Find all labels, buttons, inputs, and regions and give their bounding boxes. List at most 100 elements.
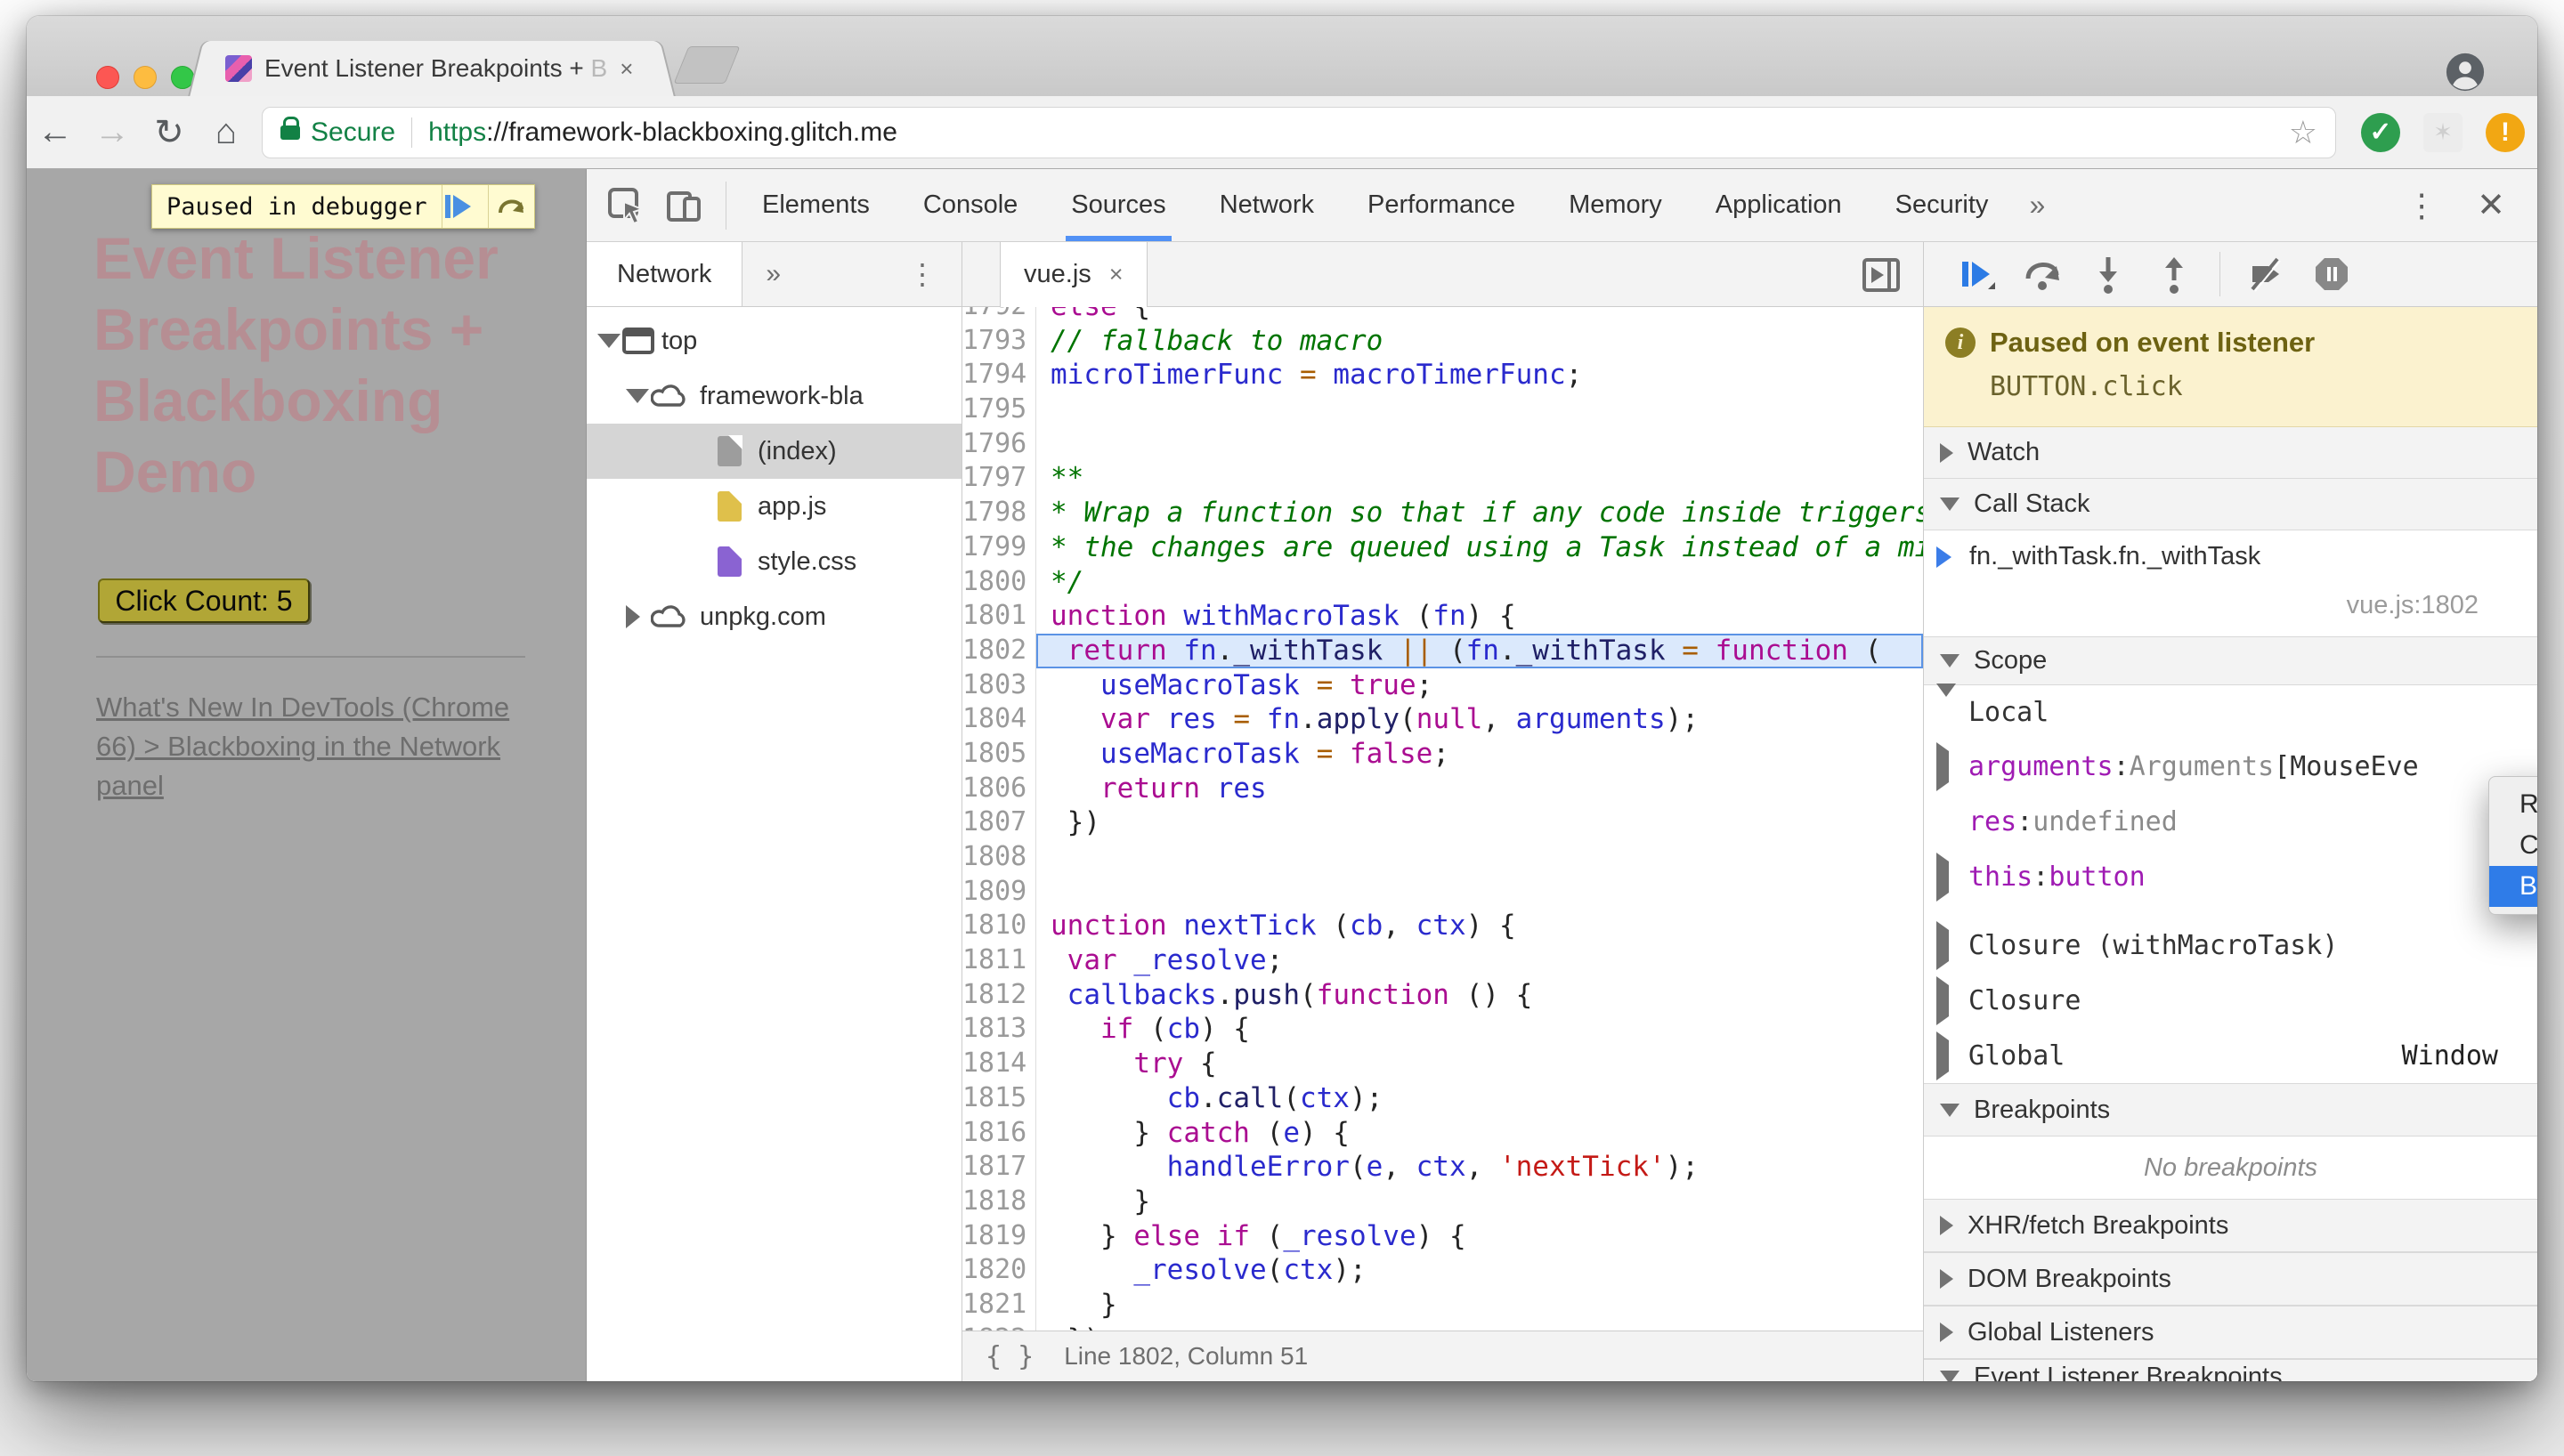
tab-close-icon[interactable]: × <box>620 55 633 83</box>
extension-warning-icon[interactable]: ! <box>2486 112 2525 152</box>
line-number[interactable]: 1809 <box>962 874 1036 910</box>
devtools-tab-elements[interactable]: Elements <box>735 169 897 241</box>
watch-section-header[interactable]: Watch <box>1924 427 2537 479</box>
step-into-icon[interactable] <box>2088 254 2129 295</box>
call-stack-frame[interactable]: fn._withTask.fn._withTask <box>1924 530 2537 583</box>
line-source[interactable] <box>1036 427 1051 462</box>
line-number[interactable]: 1811 <box>962 943 1036 978</box>
line-source[interactable]: unction withMacroTask (fn) { <box>1036 599 1516 634</box>
pretty-print-icon[interactable]: { } <box>986 1341 1034 1372</box>
line-source[interactable]: }); <box>1036 1323 1117 1331</box>
line-source[interactable]: } <box>1036 1185 1150 1219</box>
browser-tab[interactable]: Event Listener Breakpoints + B × <box>209 41 654 96</box>
device-toolbar-icon[interactable] <box>665 186 704 225</box>
address-bar[interactable]: Secure https://framework-blackboxing.gli… <box>262 106 2336 158</box>
call-stack-section-header[interactable]: Call Stack <box>1924 479 2537 530</box>
extension-disabled-icon[interactable]: ✶ <box>2423 112 2463 152</box>
line-source[interactable]: */ <box>1036 565 1083 600</box>
devtools-menu-icon[interactable]: ⋮ <box>2406 187 2438 224</box>
section-header-xhr-fetch-breakpoints[interactable]: XHR/fetch Breakpoints <box>1924 1199 2537 1252</box>
section-header-global-listeners[interactable]: Global Listeners <box>1924 1306 2537 1359</box>
section-header-dom-breakpoints[interactable]: DOM Breakpoints <box>1924 1252 2537 1306</box>
zoom-window-button[interactable] <box>171 66 194 89</box>
line-source[interactable]: var res = fn.apply(null, arguments); <box>1036 702 1699 737</box>
tree-item-top[interactable]: top <box>587 313 961 368</box>
line-number[interactable]: 1803 <box>962 667 1036 703</box>
line-source[interactable]: } <box>1036 1288 1117 1323</box>
scope-section-global[interactable]: Global Window <box>1924 1028 2537 1083</box>
devtools-tab-network[interactable]: Network <box>1193 169 1341 241</box>
line-source[interactable] <box>1036 392 1051 427</box>
scope-section-closure-withmacrotask-[interactable]: Closure (withMacroTask) <box>1924 918 2537 973</box>
line-number[interactable]: 1792 <box>962 307 1036 324</box>
line-number[interactable]: 1804 <box>962 702 1036 737</box>
section-expander-icon[interactable] <box>1940 1323 1953 1342</box>
step-out-icon[interactable] <box>2154 254 2195 295</box>
navigator-more-tabs-chevron[interactable]: » <box>766 259 781 289</box>
expand-scope-icon[interactable] <box>1936 975 1949 1025</box>
line-source[interactable]: } else if (_resolve) { <box>1036 1219 1466 1254</box>
call-stack-expander-icon[interactable] <box>1940 497 1960 511</box>
navigator-tab-network[interactable]: Network <box>587 242 743 306</box>
line-number[interactable]: 1801 <box>962 599 1036 634</box>
tree-item-unpkg-com[interactable]: unpkg.com <box>587 589 961 644</box>
devtools-tab-console[interactable]: Console <box>897 169 1044 241</box>
line-number[interactable]: 1799 <box>962 530 1036 565</box>
scope-variable-this[interactable]: this: button <box>1924 849 2537 904</box>
line-source[interactable]: cb.call(ctx); <box>1036 1081 1383 1116</box>
line-number[interactable]: 1807 <box>962 805 1036 840</box>
line-source[interactable]: microTimerFunc = macroTimerFunc; <box>1036 358 1582 392</box>
line-number[interactable]: 1815 <box>962 1080 1036 1116</box>
devtools-tab-memory[interactable]: Memory <box>1542 169 1689 241</box>
line-source[interactable]: callbacks.push(function () { <box>1036 978 1533 1013</box>
line-number[interactable]: 1808 <box>962 840 1036 875</box>
tree-item-style-css[interactable]: style.css <box>587 534 961 589</box>
line-number[interactable]: 1821 <box>962 1287 1036 1323</box>
line-number[interactable]: 1797 <box>962 461 1036 497</box>
whats-new-link[interactable]: What's New In DevTools (Chrome 66) > Bla… <box>96 688 515 805</box>
line-source[interactable]: if (cb) { <box>1036 1012 1250 1047</box>
line-number[interactable]: 1813 <box>962 1012 1036 1048</box>
editor-tab-vuejs[interactable]: vue.js × <box>1000 242 1148 307</box>
step-over-icon[interactable] <box>2022 254 2063 295</box>
line-number[interactable]: 1806 <box>962 771 1036 806</box>
scope-variable-res[interactable]: res: undefined <box>1924 794 2537 849</box>
line-source[interactable]: * Wrap a function so that if any code in… <box>1036 496 1923 530</box>
tree-item-app-js[interactable]: app.js <box>587 479 961 534</box>
line-number[interactable]: 1819 <box>962 1218 1036 1254</box>
breakpoints-section-header[interactable]: Breakpoints <box>1924 1083 2537 1136</box>
scope-expander-icon[interactable] <box>1940 654 1960 667</box>
click-count-button[interactable]: Click Count: 5 <box>98 578 310 623</box>
reload-icon[interactable]: ↻ <box>141 112 198 153</box>
back-icon[interactable]: ← <box>27 112 84 152</box>
line-source[interactable]: useMacroTask = false; <box>1036 737 1449 772</box>
scope-section-closure[interactable]: Closure <box>1924 973 2537 1028</box>
line-source[interactable]: unction nextTick (cb, ctx) { <box>1036 909 1516 943</box>
line-source[interactable]: var _resolve; <box>1036 943 1284 978</box>
pause-on-exceptions-icon[interactable] <box>2311 254 2352 295</box>
section-header-event-listener-breakpoints[interactable]: Event Listener Breakpoints <box>1924 1359 2537 1381</box>
tree-item-framework-bla[interactable]: framework-bla <box>587 368 961 424</box>
line-number[interactable]: 1816 <box>962 1115 1036 1151</box>
line-source[interactable]: * the changes are queued using a Task in… <box>1036 530 1923 565</box>
line-number[interactable]: 1798 <box>962 496 1036 530</box>
line-source[interactable] <box>1036 875 1051 910</box>
devtools-tab-security[interactable]: Security <box>1869 169 2016 241</box>
devtools-tab-performance[interactable]: Performance <box>1341 169 1542 241</box>
profile-avatar-icon[interactable] <box>2445 52 2486 93</box>
line-number[interactable]: 1818 <box>962 1184 1036 1219</box>
step-over-banner-button[interactable] <box>487 185 534 228</box>
code-view[interactable]: 1792else {1793// fallback to macro1794mi… <box>962 307 1923 1331</box>
breakpoints-expander-icon[interactable] <box>1940 1103 1960 1117</box>
resume-script-icon[interactable] <box>1956 254 1997 295</box>
line-number[interactable]: 1802 <box>962 633 1036 668</box>
line-number[interactable]: 1820 <box>962 1253 1036 1288</box>
forward-icon[interactable]: → <box>84 112 141 152</box>
line-source[interactable]: _resolve(ctx); <box>1036 1253 1366 1288</box>
line-source[interactable]: try { <box>1036 1047 1216 1081</box>
line-source[interactable] <box>1036 840 1051 875</box>
context-menu-item-copy-stack-trace[interactable]: Copy stack trace <box>2489 825 2537 866</box>
close-window-button[interactable] <box>96 66 119 89</box>
line-source[interactable]: else { <box>1036 307 1150 324</box>
line-number[interactable]: 1810 <box>962 909 1036 944</box>
